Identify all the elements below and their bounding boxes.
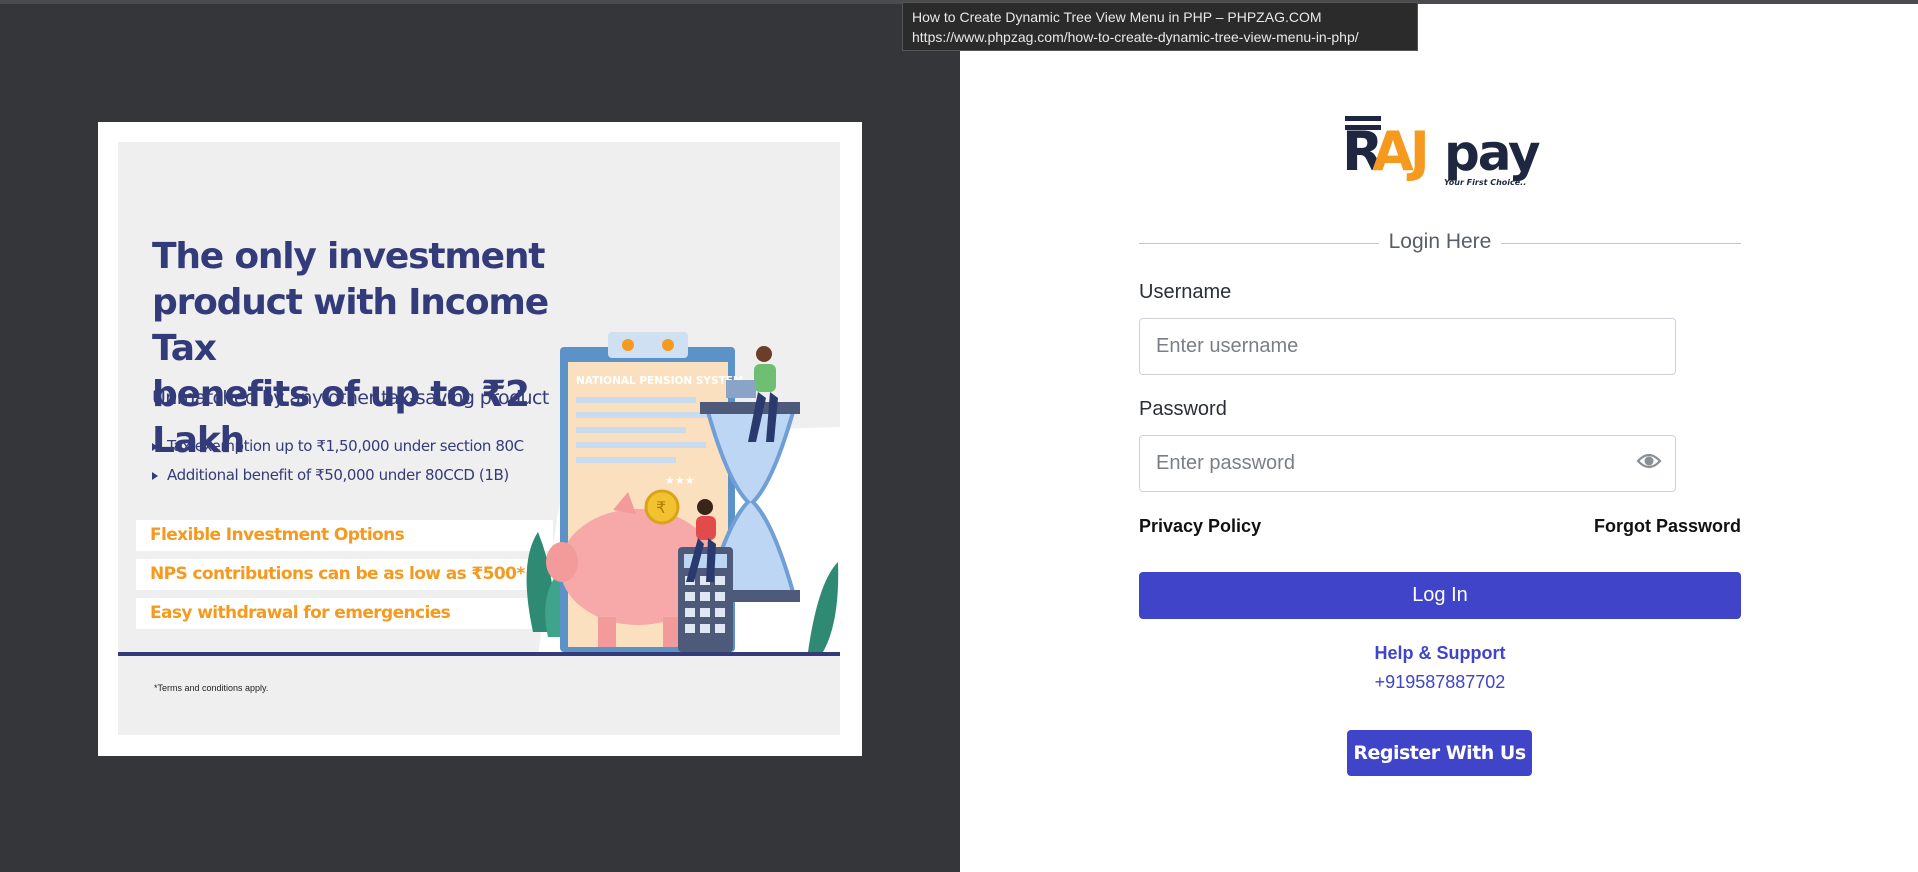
- login-heading: Login Here: [1388, 230, 1492, 253]
- logo-tagline: Your First Choice..: [1444, 178, 1526, 187]
- rajpay-logo: R AJ pay Your First Choice..: [1342, 116, 1542, 187]
- clip-dot-icon: [662, 339, 674, 351]
- login-button[interactable]: Log In: [1139, 572, 1741, 619]
- promo-banner-frame: The only investment product with Income …: [98, 122, 862, 756]
- nps-illustration: NATIONAL PENSION SYSTEM ₹ ★★★: [526, 332, 840, 656]
- logo-text-raj: AJ: [1372, 120, 1426, 183]
- username-input[interactable]: [1139, 318, 1676, 375]
- banner-terms: *Terms and conditions apply.: [154, 683, 269, 693]
- banner-feature: Flexible Investment Options: [136, 520, 553, 551]
- support-phone[interactable]: +919587887702: [1139, 672, 1741, 693]
- logo-text-pay: pay: [1444, 124, 1540, 182]
- clip-dot-icon: [622, 339, 634, 351]
- banner-bullet-text: Tax exemption up to ₹1,50,000 under sect…: [167, 437, 524, 455]
- link-tooltip: How to Create Dynamic Tree View Menu in …: [902, 2, 1418, 51]
- bullet-triangle-icon: [152, 471, 158, 480]
- promo-banner: The only investment product with Income …: [118, 142, 840, 735]
- divider-line: [1501, 243, 1741, 244]
- register-button[interactable]: Register With Us: [1347, 730, 1532, 776]
- password-input[interactable]: [1139, 435, 1676, 492]
- person-head: [756, 346, 772, 362]
- banner-baseline: [118, 652, 840, 656]
- laptop-icon: [726, 380, 756, 398]
- password-label: Password: [1139, 398, 1227, 420]
- person-shirt: [696, 516, 716, 540]
- show-password-eye-icon[interactable]: [1636, 449, 1662, 473]
- promo-panel: The only investment product with Income …: [0, 0, 960, 872]
- paper-line: [576, 457, 676, 463]
- hourglass-top: [700, 402, 800, 414]
- paper-line: [576, 397, 696, 403]
- piggy-leg: [598, 617, 616, 647]
- paper-line: [576, 442, 706, 448]
- bullet-triangle-icon: [152, 442, 158, 451]
- banner-feature: Easy withdrawal for emergencies: [136, 598, 553, 629]
- person-shirt: [754, 364, 776, 392]
- forgot-password-link[interactable]: Forgot Password: [1594, 516, 1741, 537]
- star-icon: ★★★: [665, 475, 695, 487]
- banner-bullet: Additional benefit of ₹50,000 under 80CC…: [152, 466, 509, 484]
- piggy-snout: [546, 542, 578, 582]
- tooltip-url: https://www.phpzag.com/how-to-create-dyn…: [912, 29, 1359, 45]
- privacy-policy-link[interactable]: Privacy Policy: [1139, 516, 1261, 537]
- username-label: Username: [1139, 281, 1232, 303]
- tooltip-title: How to Create Dynamic Tree View Menu in …: [912, 9, 1322, 25]
- help-support-link[interactable]: Help & Support: [1139, 643, 1741, 664]
- paper-line: [576, 427, 686, 433]
- paper-line: [576, 412, 716, 418]
- rupee-symbol-icon: ₹: [656, 498, 666, 517]
- illustration-label: NATIONAL PENSION SYSTEM: [576, 375, 743, 387]
- banner-bullet-text: Additional benefit of ₹50,000 under 80CC…: [167, 466, 509, 484]
- clipboard-clip: [608, 332, 688, 358]
- banner-feature: NPS contributions can be as low as ₹500*: [136, 559, 553, 590]
- person-head: [697, 499, 713, 515]
- banner-headline-line-1: The only investment: [152, 236, 545, 277]
- login-heading-row: Login Here: [1139, 228, 1741, 258]
- banner-subline: Unmatched by any other tax-saving produc…: [152, 387, 549, 409]
- banner-bullet: Tax exemption up to ₹1,50,000 under sect…: [152, 437, 524, 455]
